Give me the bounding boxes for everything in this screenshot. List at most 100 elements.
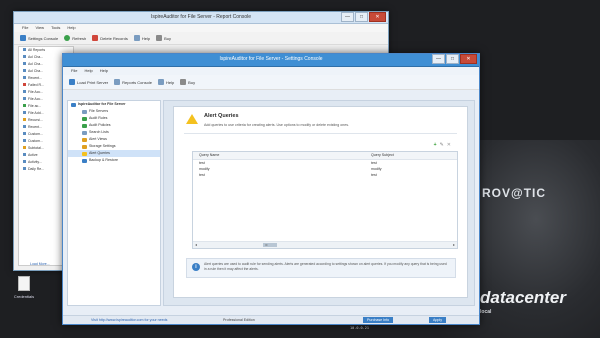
close-button[interactable]: ✕ xyxy=(460,54,477,64)
scroll-right-icon[interactable]: ▸ xyxy=(453,242,455,247)
tree-item-alert-queries[interactable]: Alert Queries xyxy=(68,150,160,157)
app-icon xyxy=(71,102,76,107)
load-print-server-button[interactable]: Load Print Server xyxy=(69,79,108,85)
horizontal-scrollbar[interactable]: ◂ III ▸ xyxy=(193,241,457,248)
menu-file[interactable]: File xyxy=(22,24,28,32)
delete-records-button[interactable]: Delete Records xyxy=(92,35,128,41)
buy-button[interactable]: Buy xyxy=(156,35,171,41)
tree-item-alert-views[interactable]: Alert Views xyxy=(68,136,160,143)
report-menubar: File View Tools Help xyxy=(14,24,388,32)
edition-label: Professional Edition xyxy=(223,318,255,322)
button-label: Refresh xyxy=(72,35,87,41)
button-label: Reports Console xyxy=(122,79,152,85)
tree-item-audit-rules[interactable]: Audit Rules xyxy=(68,115,160,122)
button-label: Delete Records xyxy=(100,35,128,41)
queries-table[interactable]: Query Name Query Subject test test modif… xyxy=(192,151,458,249)
reports-console-button[interactable]: Reports Console xyxy=(114,79,152,85)
button-label: Load Print Server xyxy=(77,79,109,85)
delete-icon xyxy=(92,35,99,41)
menu-help[interactable]: Help xyxy=(84,67,92,75)
report-window-title: IspireAuditor for File Server - Report C… xyxy=(150,14,252,20)
server-icon xyxy=(82,109,87,114)
desktop-icon-label: Credentials xyxy=(13,294,35,299)
page-description: Add queries to use criteria for creating… xyxy=(204,123,350,127)
report-toolbar: Settings Console Refresh Delete Records … xyxy=(14,32,388,45)
table-row[interactable]: test test xyxy=(193,172,457,178)
info-text: Alert queries are used to audit rule for… xyxy=(204,262,447,271)
column-header[interactable]: Query Name xyxy=(193,152,369,159)
tree-item-file-servers[interactable]: File Servers xyxy=(68,108,160,115)
scroll-grip: III xyxy=(265,243,268,247)
menu-help[interactable]: Help xyxy=(67,24,75,32)
menu-file[interactable]: File xyxy=(71,67,77,75)
settings-titlebar[interactable]: IspireAuditor for File Server - Settings… xyxy=(63,54,479,67)
policy-icon xyxy=(82,123,87,128)
cell: test xyxy=(199,173,205,177)
cell: test xyxy=(371,173,377,177)
settings-menubar: File Help Help xyxy=(63,67,479,75)
close-button[interactable]: ✕ xyxy=(369,12,386,22)
info-box: i Alert queries are used to audit rule f… xyxy=(186,258,456,278)
content-area: Alert Queries Add queries to use criteri… xyxy=(163,100,475,306)
menu-tools[interactable]: Tools xyxy=(51,24,60,32)
menu-help-2[interactable]: Help xyxy=(100,67,108,75)
edit-icon[interactable]: ✎ xyxy=(440,142,444,148)
server-icon xyxy=(69,79,75,85)
storage-icon xyxy=(82,144,87,149)
settings-window-title: IspireAuditor for File Server - Settings… xyxy=(219,56,323,62)
maximize-button[interactable]: □ xyxy=(355,12,368,22)
page-title: Alert Queries xyxy=(204,113,239,119)
column-header[interactable]: Query Subject xyxy=(369,152,457,159)
tree-root[interactable]: IspireAuditor for File Server xyxy=(68,101,160,108)
tree-item-backup-restore[interactable]: Backup & Restore xyxy=(68,157,160,164)
help-icon xyxy=(157,79,164,85)
refresh-button[interactable]: Refresh xyxy=(64,35,86,41)
grid-toolbar: + ✎ ✕ xyxy=(434,142,451,148)
brand-wordmark: ROV@TIC xyxy=(482,186,547,200)
alert-queries-panel: Alert Queries Add queries to use criteri… xyxy=(173,106,468,298)
settings-console-window[interactable]: IspireAuditor for File Server - Settings… xyxy=(62,53,480,325)
button-label: Help xyxy=(165,79,175,85)
delete-icon[interactable]: ✕ xyxy=(447,142,451,148)
document-icon xyxy=(18,276,30,291)
purchase-info-button[interactable]: Purchase Info xyxy=(363,317,394,323)
load-more-link[interactable]: Load More... xyxy=(30,262,50,266)
button-label: Settings Console xyxy=(28,35,59,41)
cart-icon xyxy=(180,79,187,85)
menu-view[interactable]: View xyxy=(35,24,44,32)
buy-button[interactable]: Buy xyxy=(180,79,195,85)
bginfo-line: 10.0.0.21 xyxy=(350,326,369,330)
settings-icon xyxy=(20,35,26,41)
status-bar: Visit http://www.ispireauditor.com for y… xyxy=(63,315,479,324)
rules-icon xyxy=(82,116,87,121)
datacenter-wordmark: datacenter xyxy=(480,288,566,307)
settings-console-button[interactable]: Settings Console xyxy=(20,35,58,41)
backup-icon xyxy=(82,158,87,163)
website-link[interactable]: Visit http://www.ispireauditor.com for y… xyxy=(91,316,167,324)
scroll-left-icon[interactable]: ◂ xyxy=(195,242,197,247)
report-titlebar[interactable]: IspireAuditor for File Server - Report C… xyxy=(14,12,388,24)
button-label: Buy xyxy=(164,35,171,41)
minimize-button[interactable]: — xyxy=(432,54,445,64)
cart-icon xyxy=(156,35,163,41)
desktop-file-icon[interactable]: Credentials xyxy=(12,276,36,299)
apply-button[interactable]: Apply xyxy=(429,317,446,323)
tree-item-audit-policies[interactable]: Audit Policies xyxy=(68,122,160,129)
warning-icon xyxy=(186,114,198,124)
info-icon: i xyxy=(192,263,200,271)
divider xyxy=(184,133,457,134)
button-label: Buy xyxy=(188,79,196,85)
add-icon[interactable]: + xyxy=(434,142,437,148)
help-button[interactable]: Help xyxy=(157,79,175,85)
settings-tree: IspireAuditor for File Server File Serve… xyxy=(67,100,161,306)
button-label: Help xyxy=(141,35,151,41)
list-icon xyxy=(82,130,87,135)
help-button[interactable]: Help xyxy=(133,35,151,41)
tree-item-search-lists[interactable]: Search Lists xyxy=(68,129,160,136)
warning-icon xyxy=(82,151,87,156)
tree-item-storage-settings[interactable]: Storage Settings xyxy=(68,143,160,150)
refresh-icon xyxy=(64,35,71,41)
minimize-button[interactable]: — xyxy=(341,12,354,22)
maximize-button[interactable]: □ xyxy=(446,54,459,64)
settings-toolbar: Load Print Server Reports Console Help B… xyxy=(63,75,479,90)
